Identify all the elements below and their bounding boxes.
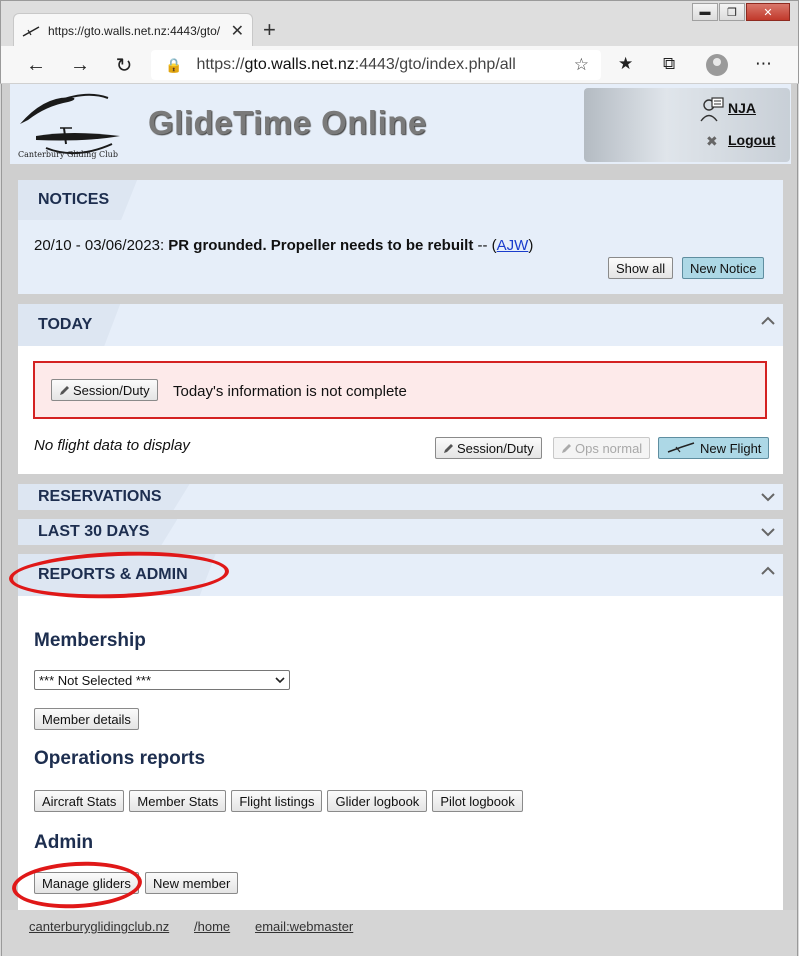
page-footer: canterburyglidingclub.nz /home email:web… <box>2 910 797 956</box>
logout-link[interactable]: Logout <box>728 132 775 148</box>
chevron-up-icon[interactable] <box>759 562 777 580</box>
ops-normal-button[interactable]: Ops normal <box>553 437 651 459</box>
new-member-button[interactable]: New member <box>145 872 239 894</box>
user-icon <box>700 97 724 122</box>
reports-admin-title: REPORTS & ADMIN <box>18 554 216 596</box>
glider-icon <box>667 442 695 453</box>
reports-admin-header[interactable]: REPORTS & ADMIN <box>18 554 783 596</box>
notice-close-paren: ) <box>528 237 534 254</box>
site-title: GlideTime Online <box>148 104 427 141</box>
show-all-button[interactable]: Show all <box>608 257 674 279</box>
tab-close-icon[interactable]: ✕ <box>231 21 244 41</box>
url-path: :4443/gto/index.php/all <box>354 56 516 73</box>
notices-section: NOTICES 20/10 - 03/06/2023: PR grounded.… <box>18 180 783 294</box>
pilot-logbook-button[interactable]: Pilot logbook <box>432 790 523 812</box>
reservations-title: RESERVATIONS <box>18 484 190 510</box>
membership-heading: Membership <box>34 630 146 651</box>
member-select-value: *** Not Selected *** <box>39 673 152 688</box>
pencil-icon <box>562 443 571 453</box>
reports-admin-section: REPORTS & ADMIN Membership *** Not Selec… <box>18 554 783 910</box>
glider-logbook-button[interactable]: Glider logbook <box>327 790 428 812</box>
profile-avatar-icon[interactable] <box>706 54 728 76</box>
member-details-button[interactable]: Member details <box>34 708 139 730</box>
user-link[interactable]: NJA <box>728 100 756 116</box>
chevron-down-icon[interactable] <box>759 488 777 506</box>
collections-icon[interactable]: ⧉ <box>663 54 675 74</box>
chevron-down-icon[interactable] <box>759 523 777 541</box>
browser-tab-bar: https://gto.walls.net.nz:4443/gto/ ✕ + ▬… <box>0 0 799 47</box>
new-notice-button[interactable]: New Notice <box>682 257 765 279</box>
ops-normal-label: Ops normal <box>575 440 643 456</box>
refresh-icon[interactable]: ↻ <box>111 52 137 78</box>
flight-listings-button[interactable]: Flight listings <box>231 790 323 812</box>
club-logo-text: Canterbury Gliding Club <box>18 150 118 159</box>
url-prefix: https:// <box>196 56 245 73</box>
close-window-button[interactable]: ✕ <box>746 3 790 21</box>
notices-header: NOTICES <box>18 180 783 220</box>
new-tab-icon[interactable]: + <box>263 17 276 43</box>
logout-x-icon: ✖ <box>706 133 718 149</box>
manage-gliders-button[interactable]: Manage gliders <box>34 872 139 894</box>
club-site-link[interactable]: canterburyglidingclub.nz <box>29 919 169 934</box>
favorites-list-icon[interactable]: ★ <box>618 54 633 74</box>
alert-session-duty-label: Session/Duty <box>73 382 150 398</box>
more-menu-icon[interactable]: ⋯ <box>755 54 772 74</box>
site-header: Canterbury Gliding Club GlideTime Online… <box>10 84 791 164</box>
pencil-icon <box>444 443 453 453</box>
maximize-button[interactable]: ❐ <box>719 3 745 21</box>
last-30-days-title: LAST 30 DAYS <box>18 519 177 545</box>
member-select[interactable]: *** Not Selected *** <box>34 670 290 690</box>
last-30-days-section[interactable]: LAST 30 DAYS <box>18 519 783 545</box>
favorite-star-icon[interactable]: ☆ <box>574 55 589 75</box>
alert-text: Today's information is not complete <box>173 383 407 400</box>
admin-heading: Admin <box>34 832 94 853</box>
lock-icon: 🔒 <box>165 56 183 73</box>
new-flight-button[interactable]: New Flight <box>658 437 770 459</box>
url-host: gto.walls.net.nz <box>244 56 355 73</box>
today-section: TODAY Session/Duty Today's information i… <box>18 304 783 474</box>
operations-reports-heading: Operations reports <box>34 748 206 769</box>
new-flight-label: New Flight <box>700 440 762 456</box>
today-header[interactable]: TODAY <box>18 304 783 346</box>
notice-separator: -- ( <box>477 237 497 254</box>
pencil-icon <box>60 385 69 395</box>
logbook-banner-image <box>584 88 790 162</box>
no-flight-data-text: No flight data to display <box>34 437 190 454</box>
incomplete-alert: Session/Duty Today's information is not … <box>33 361 767 419</box>
notice-item: 20/10 - 03/06/2023: PR grounded. Propell… <box>34 237 533 254</box>
minimize-button[interactable]: ▬ <box>692 3 718 21</box>
forward-arrow-icon[interactable]: → <box>67 52 93 78</box>
notice-author-link[interactable]: AJW <box>497 237 529 254</box>
chevron-down-icon <box>275 677 285 684</box>
notices-title: NOTICES <box>18 180 137 220</box>
operations-reports-buttons: Aircraft Stats Member Stats Flight listi… <box>34 790 523 812</box>
alert-session-duty-button[interactable]: Session/Duty <box>51 379 158 401</box>
home-link[interactable]: /home <box>194 919 230 934</box>
address-bar-row: ← → ↻ 🔒 https://gto.walls.net.nz:4443/gt… <box>0 46 799 84</box>
session-duty-label: Session/Duty <box>457 440 534 456</box>
browser-tab[interactable]: https://gto.walls.net.nz:4443/gto/ ✕ <box>13 13 253 47</box>
member-stats-button[interactable]: Member Stats <box>129 790 227 812</box>
web-page: Canterbury Gliding Club GlideTime Online… <box>1 84 798 956</box>
today-title: TODAY <box>18 304 120 346</box>
aircraft-stats-button[interactable]: Aircraft Stats <box>34 790 125 812</box>
tab-title: https://gto.walls.net.nz:4443/gto/ <box>48 23 221 38</box>
chevron-up-icon[interactable] <box>759 312 777 330</box>
notice-dates: 20/10 - 03/06/2023: <box>34 237 165 254</box>
reservations-section[interactable]: RESERVATIONS <box>18 484 783 510</box>
session-duty-button[interactable]: Session/Duty <box>435 437 542 459</box>
url-field[interactable]: 🔒 https://gto.walls.net.nz:4443/gto/inde… <box>151 50 601 80</box>
glider-favicon-icon <box>22 25 40 37</box>
back-arrow-icon[interactable]: ← <box>23 52 49 78</box>
notice-text: PR grounded. Propeller needs to be rebui… <box>168 237 474 254</box>
email-webmaster-link[interactable]: email:webmaster <box>255 919 353 934</box>
